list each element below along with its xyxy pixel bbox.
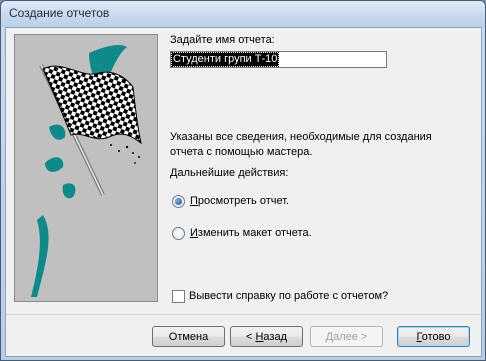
checkered-flag-illustration	[14, 34, 158, 302]
checkered-flag-icon	[31, 45, 142, 297]
radio-preview-label[interactable]: Просмотреть отчет.	[190, 195, 289, 207]
cancel-button[interactable]: Отмена	[152, 326, 225, 347]
info-text-line2: отчета с помощью мастера.	[170, 146, 313, 158]
radio-modify-button[interactable]	[172, 227, 185, 240]
report-wizard-window: Создание отчетов Задайте имя отчета: Сту…	[0, 0, 486, 361]
finish-button[interactable]: Готово	[397, 326, 470, 347]
window-title: Создание отчетов	[9, 6, 110, 20]
next-actions-label: Дальнейшие действия:	[170, 167, 289, 179]
radio-preview-button[interactable]	[172, 195, 185, 208]
radio-modify-label[interactable]: Изменить макет отчета.	[190, 227, 312, 239]
help-checkbox-label[interactable]: Вывести справку по работе с отчетом?	[189, 290, 388, 302]
back-button[interactable]: < Назад	[230, 326, 303, 347]
button-separator	[6, 314, 481, 315]
title-bar[interactable]: Создание отчетов	[1, 1, 485, 27]
info-text-line1: Указаны все сведения, необходимые для со…	[170, 131, 432, 143]
radio-selected-dot	[175, 198, 182, 205]
report-name-input[interactable]: Студенти групи Т-10	[170, 51, 387, 68]
help-checkbox[interactable]	[172, 290, 185, 303]
report-name-value: Студенти групи Т-10	[170, 52, 280, 67]
wizard-body: Задайте имя отчета: Студенти групи Т-10 …	[5, 27, 482, 357]
report-name-label: Задайте имя отчета:	[170, 34, 275, 46]
next-button[interactable]: Далее >	[310, 326, 383, 347]
